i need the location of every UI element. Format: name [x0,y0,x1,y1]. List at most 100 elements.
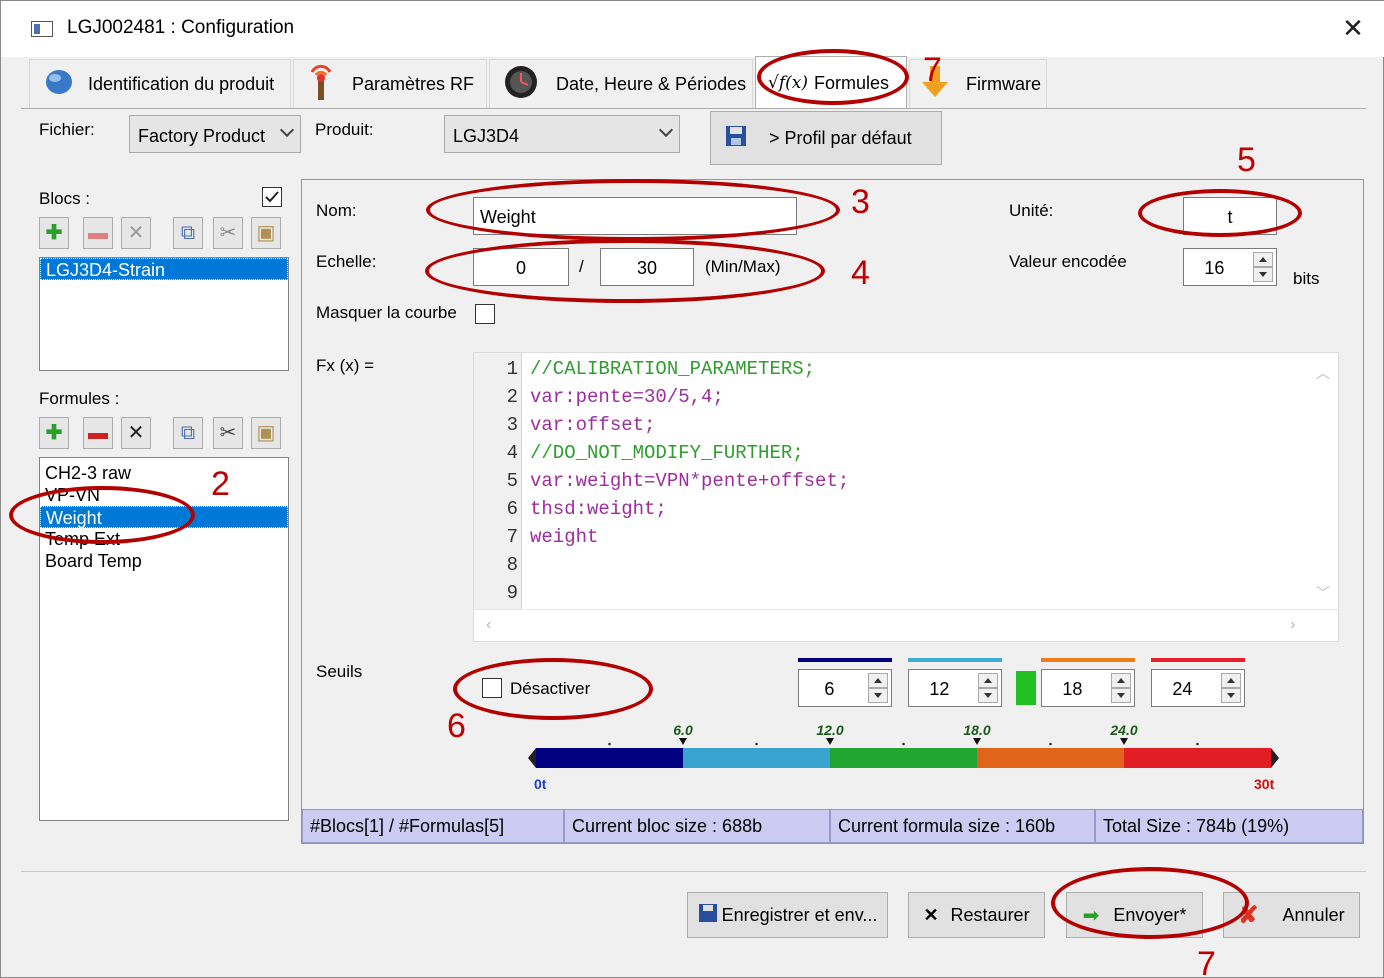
code-line: var:weight=VPN*pente+offset; [530,470,850,492]
arrow-up-icon[interactable] [1111,673,1131,688]
produit-select[interactable]: LGJ3D4 [444,115,680,153]
line-number: 1 [506,358,518,380]
stepper-arrows[interactable] [1221,673,1241,703]
annotation-ring [1138,189,1302,237]
annotation-ring [9,486,195,544]
minus-icon: ▬ [88,222,108,244]
copy-icon: ⧉ [180,222,196,244]
arrow-down-icon[interactable] [1253,267,1273,282]
checkmark-icon [265,191,279,203]
stepper-arrows[interactable] [868,673,888,703]
chevron-up-icon[interactable]: ︿ [1316,363,1330,383]
cancel-label: Annuler [1282,904,1345,925]
threshold-color-line [1041,658,1135,662]
globe-icon [44,68,74,101]
code-line: thsd:weight; [530,498,667,520]
stepper-arrows[interactable] [1253,252,1273,282]
tab-date-heure[interactable]: Date, Heure & Périodes [489,59,753,109]
threshold-scale-bar: 6.0 12.0 18.0 24.0 0t 30t [528,722,1279,792]
stepper-arrows[interactable] [978,673,998,703]
paste-bloc-button[interactable]: ▣ [251,217,281,249]
cut-formula-button[interactable]: ✂ [213,417,243,449]
scissors-icon: ✂ [219,222,237,244]
line-number: 4 [506,442,518,464]
code-line: //DO_NOT_MODIFY_FURTHER; [530,442,804,464]
remove-formula-button[interactable]: ▬ [83,417,113,449]
remove-bloc-button[interactable]: ▬ [83,217,113,249]
annotation-ring [757,49,909,105]
arrow-down-icon[interactable] [1221,688,1241,703]
close-icon: ✕ [127,422,145,444]
copy-formula-button[interactable]: ⧉ [173,417,203,449]
save-disk-icon [698,903,718,928]
threshold-2-stepper[interactable]: 12 [908,669,1002,707]
line-number: 6 [506,498,518,520]
delete-formula-button[interactable]: ✕ [121,417,151,449]
scale-minor-tick [608,742,611,746]
save-and-send-button[interactable]: Enregistrer et env... [687,892,888,938]
cut-bloc-button[interactable]: ✂ [213,217,243,249]
masquer-courbe-label: Masquer la courbe [316,303,457,322]
line-number: 5 [506,470,518,492]
threshold-color-line [908,658,1002,662]
paste-icon: ▣ [256,222,276,244]
horizontal-scrollbar[interactable]: ‹ › [474,609,1338,641]
list-item[interactable]: Board Temp [40,550,288,572]
arrow-up-icon[interactable] [1253,252,1273,267]
annotation-number: 7 [1197,945,1216,978]
scale-cap [528,748,536,768]
threshold-4-stepper[interactable]: 24 [1151,669,1245,707]
scale-minor-tick [1049,742,1052,746]
tab-strip-border [21,108,1366,109]
profil-defaut-button[interactable]: > Profil par défaut [710,111,942,165]
list-item[interactable]: CH2-3 raw [40,462,288,484]
stepper-arrows[interactable] [1111,673,1131,703]
scale-segment [1124,748,1271,768]
delete-bloc-button[interactable]: ✕ [121,217,151,249]
status-formula-size: Current formula size : 160b [830,809,1095,843]
close-icon: ✕ [127,222,145,244]
paste-formula-button[interactable]: ▣ [251,417,281,449]
tab-label: Firmware [966,74,1041,94]
blocs-checkbox[interactable] [262,187,282,207]
tab-identification[interactable]: Identification du produit [29,59,291,109]
arrow-up-icon[interactable] [1221,673,1241,688]
arrow-down-icon[interactable] [978,688,998,703]
threshold-3-stepper[interactable]: 18 [1041,669,1135,707]
add-formula-button[interactable]: ✚ [39,417,69,449]
formula-code-editor[interactable]: 1 2 3 4 5 6 7 8 9 //CALIBRATION_PARAMETE… [473,352,1339,642]
arrow-up-icon[interactable] [868,673,888,688]
nom-label: Nom: [316,201,357,220]
chevron-down-icon[interactable]: ﹀ [1316,583,1330,603]
arrow-up-icon[interactable] [978,673,998,688]
copy-icon: ⧉ [180,422,196,444]
chevron-left-icon[interactable]: ‹ [484,616,494,634]
vertical-scrollbar[interactable]: ︿ ﹀ [1306,353,1338,609]
fx-label: Fx (x) = [316,356,375,375]
scale-segment [830,748,977,768]
chevron-right-icon[interactable]: › [1288,616,1298,634]
annotation-ring [453,658,653,720]
copy-bloc-button[interactable]: ⧉ [173,217,203,249]
blocs-list[interactable]: LGJ3D4-Strain [39,257,289,371]
status-blocs-formulas: #Blocs[1] / #Formulas[5] [302,809,564,843]
scale-segment [536,748,683,768]
threshold-1-stepper[interactable]: 6 [798,669,892,707]
scale-max-label: 30t [1254,776,1275,792]
tab-parametres-rf[interactable]: Paramètres RF [293,59,487,109]
list-item[interactable]: LGJ3D4-Strain [40,258,288,280]
valeur-encodee-stepper[interactable]: 16 [1183,248,1277,286]
fichier-select[interactable]: Factory Product [129,115,301,153]
close-button[interactable]: ✕ [1336,11,1370,45]
status-total-size: Total Size : 784b (19%) [1095,809,1363,843]
arrow-down-icon[interactable] [868,688,888,703]
masquer-courbe-checkbox[interactable] [475,304,495,324]
threshold-1-value: 6 [824,679,835,699]
threshold-active-indicator [1016,671,1036,705]
tab-label: Paramètres RF [352,74,475,94]
arrow-down-icon[interactable] [1111,688,1131,703]
status-bloc-size: Current bloc size : 688b [564,809,830,843]
plus-icon: ✚ [45,222,63,244]
add-bloc-button[interactable]: ✚ [39,217,69,249]
restore-button[interactable]: ✕ Restaurer [908,892,1045,938]
